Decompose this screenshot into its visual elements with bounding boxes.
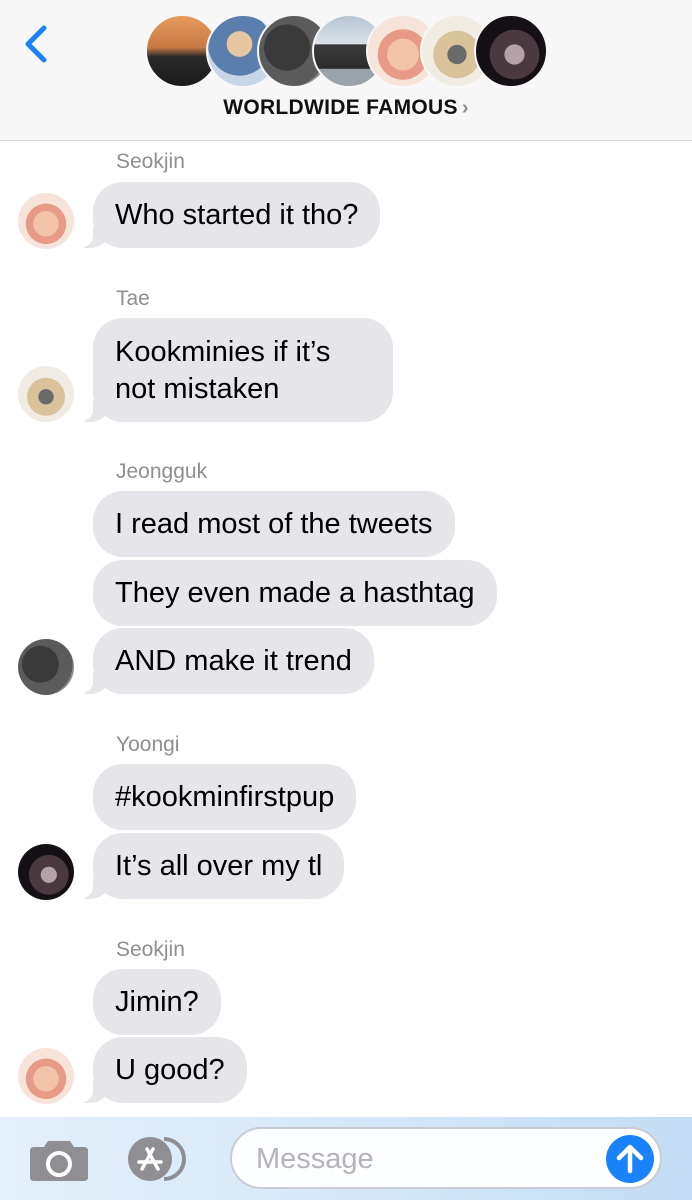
message-text: It’s all over my tl	[115, 849, 323, 882]
message-text: Kookminies if it’s not mistaken	[115, 336, 331, 405]
sender-name: Seokjin	[116, 938, 185, 961]
avatar[interactable]	[18, 1048, 74, 1104]
group-avatars[interactable]	[0, 14, 692, 88]
message-text: Jimin?	[115, 985, 199, 1018]
message-bubble[interactable]: Kookminies if it’s not mistaken	[71, 318, 393, 422]
avatar[interactable]	[18, 639, 74, 695]
message-text: Who started it tho?	[115, 198, 359, 231]
message-text: I read most of the tweets	[115, 507, 433, 540]
arrow-up-icon	[616, 1144, 644, 1174]
message-field[interactable]	[230, 1127, 662, 1189]
message-text: AND make it trend	[115, 644, 352, 677]
app-store-icon	[128, 1137, 186, 1181]
message-bubble[interactable]: Who started it tho?	[70, 182, 381, 248]
avatar[interactable]	[18, 844, 74, 900]
message-bubble[interactable]: #kookminfirstpup	[93, 764, 357, 830]
avatar[interactable]	[18, 193, 74, 249]
message-bubble[interactable]: They even made a hasthtag	[93, 560, 497, 626]
avatar[interactable]	[18, 366, 74, 422]
message-bubble[interactable]: It’s all over my tl	[70, 833, 345, 899]
sender-name: Yoongi	[116, 733, 180, 756]
member-avatar	[474, 14, 548, 88]
message-bubble[interactable]: U good?	[71, 1037, 247, 1103]
camera-button[interactable]	[28, 1137, 90, 1183]
conversation-header: WORLDWIDE FAMOUS ›	[0, 0, 692, 141]
send-button[interactable]	[606, 1135, 654, 1183]
group-name-label: WORLDWIDE FAMOUS	[223, 96, 458, 119]
app-store-button[interactable]	[126, 1135, 196, 1183]
message-bubble[interactable]: AND make it trend	[71, 628, 374, 694]
chevron-right-icon: ›	[461, 97, 469, 119]
composer-bar	[0, 1117, 692, 1200]
message-text: U good?	[115, 1053, 225, 1086]
sender-name: Tae	[116, 287, 150, 310]
group-name[interactable]: WORLDWIDE FAMOUS ›	[0, 96, 692, 120]
message-input[interactable]	[254, 1137, 598, 1181]
camera-icon	[30, 1141, 88, 1181]
sender-name: Seokjin	[116, 150, 185, 173]
message-bubble[interactable]: I read most of the tweets	[93, 491, 455, 557]
sender-name: Jeongguk	[116, 460, 208, 483]
message-text: They even made a hasthtag	[115, 576, 475, 609]
message-text: #kookminfirstpup	[115, 780, 335, 813]
message-bubble[interactable]: Jimin?	[93, 969, 221, 1035]
